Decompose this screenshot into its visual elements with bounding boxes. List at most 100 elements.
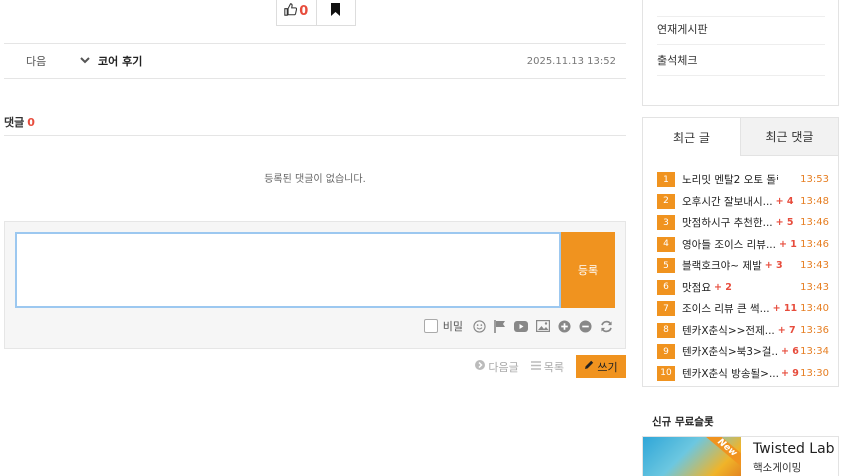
comment-count: + 5: [775, 217, 794, 229]
like-button[interactable]: 0: [277, 0, 316, 25]
refresh-icon[interactable]: [600, 320, 613, 333]
rank-badge: 10: [657, 365, 675, 381]
rank-badge: 9: [657, 344, 675, 360]
minus-circle-icon[interactable]: [579, 319, 592, 333]
recent-post-list: 1 노리밋 멘탈2 오토 돌림... 13:53 2 오후시간 잘보내시...+ 4 1…: [657, 169, 829, 384]
rank-badge: 1: [657, 172, 675, 188]
post-time: 13:36: [800, 324, 829, 336]
plus-circle-icon[interactable]: [558, 319, 571, 333]
slot-thumbnail[interactable]: New: [643, 437, 741, 476]
write-button-label: 쓰기: [597, 360, 618, 374]
no-comments-message: 등록된 댓글이 없습니다.: [264, 174, 366, 185]
next-post-title[interactable]: 코어 후기: [90, 53, 527, 69]
post-title[interactable]: 영아들 조이스 리뷰...: [682, 237, 776, 252]
list-item[interactable]: 4 영아들 조이스 리뷰... + 1 13:46: [657, 234, 829, 256]
slot-card[interactable]: New Twisted Lab 핵소게이밍: [642, 436, 839, 476]
next-post-button-label: 다음글: [488, 360, 519, 374]
list-item[interactable]: 8 텐카X춘식>>전제... + 7 13:36: [657, 320, 829, 342]
post-title[interactable]: 맛점하시구 추천한...: [682, 215, 773, 230]
flag-icon[interactable]: [494, 319, 506, 333]
thumbs-up-icon: [284, 2, 298, 20]
post-title[interactable]: 노리밋 멘탈2 오토 돌림...: [682, 172, 778, 187]
post-title[interactable]: 조이스 리뷰 큰 썩...: [682, 301, 770, 316]
chevron-down-icon: [68, 56, 90, 67]
comment-count: + 4: [775, 195, 794, 207]
tab-recent-posts[interactable]: 최근 글: [643, 118, 740, 156]
rank-badge: 4: [657, 236, 675, 252]
post-time: 13:43: [800, 260, 829, 272]
post-title[interactable]: 오후시간 잘보내시...: [682, 194, 773, 209]
post-title[interactable]: 맛점요: [682, 280, 711, 295]
comments-label: 댓글: [4, 116, 25, 129]
comment-count: + 6: [781, 346, 799, 358]
slot-vendor: 핵소게이밍: [753, 462, 802, 474]
comment-count: + 9: [781, 367, 799, 379]
arrow-circle-icon: [475, 360, 486, 373]
pencil-icon: [584, 360, 594, 373]
list-item[interactable]: 6 맛점요 + 2 13:43: [657, 277, 829, 299]
rank-badge: 3: [657, 215, 675, 231]
post-actions: 다음글 목록 쓰기: [475, 355, 626, 378]
sidebar-item-series-board[interactable]: 연재게시판: [657, 14, 825, 45]
comments-count: 0: [27, 116, 35, 129]
comment-count: + 11: [772, 303, 798, 315]
like-count: 0: [299, 3, 309, 19]
latest-widget: 최근 글 최근 댓글 1 노리밋 멘탈2 오토 돌림... 13:53 2 오후시간 …: [642, 117, 839, 387]
next-post-row[interactable]: 다음 코어 후기 2025.11.13 13:52: [4, 43, 626, 79]
list-item[interactable]: 10 텐카X춘식 방송될>... + 9 13:30: [657, 363, 829, 385]
post-title[interactable]: 텐카X춘식>>전제...: [682, 323, 775, 338]
comment-count: + 7: [777, 324, 796, 336]
post-title[interactable]: 블랙호크야~ 제발: [682, 258, 762, 273]
post-time: 13:40: [800, 303, 829, 315]
list-icon: [530, 360, 541, 373]
bookmark-icon: [330, 2, 341, 20]
latest-tabs: 최근 글 최근 댓글: [643, 118, 838, 156]
post-main: 0 다음 코어 후기 2025.11.13 13:52 댓글 0 등록된 댓글이 …: [0, 0, 630, 476]
list-item[interactable]: 1 노리밋 멘탈2 오토 돌림... 13:53: [657, 169, 829, 191]
comments-header: 댓글 0: [4, 114, 626, 136]
comment-submit-button[interactable]: 등록: [561, 232, 615, 308]
emoji-icon[interactable]: [473, 319, 486, 333]
sidebar-menu: 연재게시판 출석체크: [642, 0, 839, 106]
list-button-label: 목록: [543, 360, 564, 374]
rank-badge: 5: [657, 258, 675, 274]
new-badge: New: [702, 437, 741, 470]
post-time: 13:53: [800, 174, 829, 186]
post-title[interactable]: 텐카X춘식 방송될>...: [682, 366, 778, 381]
list-item[interactable]: 7 조이스 리뷰 큰 썩... + 11 13:40: [657, 298, 829, 320]
next-post-label: 다음: [26, 55, 47, 68]
rank-badge: 7: [657, 301, 675, 317]
list-item[interactable]: 5 블랙호크야~ 제발 + 3 13:43: [657, 255, 829, 277]
comment-textarea[interactable]: [15, 232, 561, 308]
post-time: 13:43: [800, 281, 829, 293]
image-icon[interactable]: [536, 320, 550, 332]
comment-count: + 3: [764, 260, 783, 272]
comment-count: + 2: [713, 281, 732, 293]
comment-toolbar: 비밀: [423, 318, 613, 334]
post-time: 13:34: [800, 346, 829, 358]
next-post-date: 2025.11.13 13:52: [526, 55, 616, 67]
list-button[interactable]: 목록: [530, 359, 564, 375]
comment-count: + 1: [778, 238, 797, 250]
video-icon[interactable]: [514, 320, 528, 332]
rank-badge: 2: [657, 193, 675, 209]
post-time: 13:48: [800, 195, 829, 207]
tab-recent-comments[interactable]: 최근 댓글: [740, 118, 838, 156]
post-time: 13:30: [800, 367, 829, 379]
next-post-button[interactable]: 다음글: [475, 359, 519, 375]
post-time: 13:46: [800, 238, 829, 250]
new-slots-title: 신규 무료슬롯: [652, 416, 714, 428]
post-time: 13:46: [800, 217, 829, 229]
rank-badge: 8: [657, 322, 675, 338]
bookmark-button[interactable]: [315, 0, 356, 25]
secret-checkbox[interactable]: [423, 319, 438, 333]
write-button[interactable]: 쓰기: [576, 355, 626, 378]
post-title[interactable]: 텐카X춘식>북3>걸...: [682, 344, 778, 359]
slot-name[interactable]: Twisted Lab: [753, 441, 835, 457]
list-item[interactable]: 9 텐카X춘식>북3>걸... + 6 13:34: [657, 341, 829, 363]
post-reaction-box: 0: [276, 0, 356, 26]
sidebar-item-attendance[interactable]: 출석체크: [657, 45, 825, 76]
comment-write-box: 등록 비밀: [4, 221, 626, 349]
list-item[interactable]: 2 오후시간 잘보내시... + 4 13:48: [657, 191, 829, 213]
list-item[interactable]: 3 맛점하시구 추천한... + 5 13:46: [657, 212, 829, 234]
